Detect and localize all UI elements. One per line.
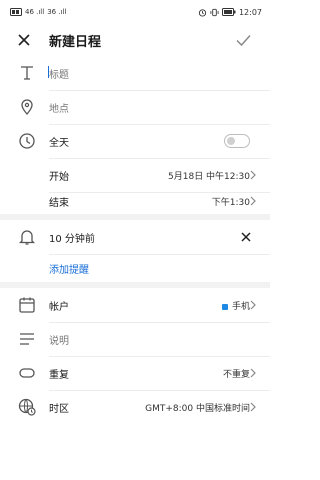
timezone-value[interactable]: GMT+8:00 中国标准时间 [145, 401, 250, 414]
globe-clock-icon [18, 398, 36, 416]
add-reminder-row[interactable]: 添加提醒 [0, 254, 270, 282]
reminder-label: 10 分钟前 [49, 234, 95, 245]
end-label: 结束 [49, 198, 69, 209]
account-row[interactable]: 帐户 手机 [0, 288, 270, 322]
end-value[interactable]: 下午1:30 [212, 195, 250, 208]
app-bar: 新建日程 [0, 24, 270, 56]
text-format-icon [21, 66, 33, 80]
description-input[interactable]: 说明 [49, 332, 69, 347]
location-pin-icon [21, 99, 33, 115]
location-row[interactable]: 地点 [0, 90, 270, 124]
chevron-right-icon [250, 300, 256, 310]
battery-icon [221, 8, 236, 16]
start-row[interactable]: 开始 5月18日 中午12:30 [0, 158, 270, 192]
clock-time: 12:07 [238, 7, 262, 17]
bell-icon [18, 230, 36, 245]
description-row[interactable]: 说明 [0, 322, 270, 356]
clock-icon [19, 133, 35, 149]
location-input[interactable]: 地点 [49, 100, 69, 115]
toggle-knob [227, 137, 235, 145]
chevron-right-icon [250, 170, 256, 180]
all-day-label: 全天 [49, 138, 69, 149]
repeat-row[interactable]: 重复 不重复 [0, 356, 270, 390]
calendar-icon [19, 297, 35, 313]
chevron-right-icon [250, 196, 256, 206]
all-day-toggle[interactable] [224, 134, 250, 148]
title-input[interactable]: 标题 [49, 66, 69, 81]
account-value[interactable]: 手机 [221, 299, 250, 312]
status-left: 46 .ıll 36 .ıll [10, 8, 66, 16]
signal-right-text: 36 .ıll [47, 8, 67, 16]
chevron-right-icon [250, 402, 256, 412]
start-value[interactable]: 5月18日 中午12:30 [168, 169, 250, 182]
close-icon[interactable] [240, 231, 252, 243]
notes-icon [20, 333, 34, 345]
close-icon[interactable] [16, 32, 32, 48]
all-day-row[interactable]: 全天 [0, 124, 270, 158]
account-color-dot [221, 303, 228, 310]
title-row[interactable]: 标题 [0, 56, 270, 90]
end-row[interactable]: 结束 下午1:30 [0, 192, 270, 212]
alarm-icon [198, 8, 207, 17]
sim-icon [10, 8, 22, 16]
add-reminder-link[interactable]: 添加提醒 [49, 261, 89, 276]
account-value-text: 手机 [231, 302, 250, 312]
status-right: 12:07 [198, 8, 262, 17]
status-bar: 46 .ıll 36 .ıll 12:07 [0, 0, 270, 24]
repeat-icon [19, 368, 35, 378]
start-label: 开始 [49, 172, 69, 183]
checkmark-icon[interactable] [235, 32, 252, 48]
repeat-label: 重复 [49, 370, 69, 381]
chevron-right-icon [250, 368, 256, 378]
reminder-row[interactable]: 10 分钟前 [0, 220, 270, 254]
timezone-row[interactable]: 时区 GMT+8:00 中国标准时间 [0, 390, 270, 424]
account-label: 帐户 [49, 302, 69, 313]
signal-left-text: 46 .ıll [25, 8, 45, 16]
vibrate-icon [210, 8, 219, 16]
timezone-label: 时区 [49, 404, 69, 415]
repeat-value[interactable]: 不重复 [223, 367, 250, 380]
page-title: 新建日程 [49, 35, 102, 50]
